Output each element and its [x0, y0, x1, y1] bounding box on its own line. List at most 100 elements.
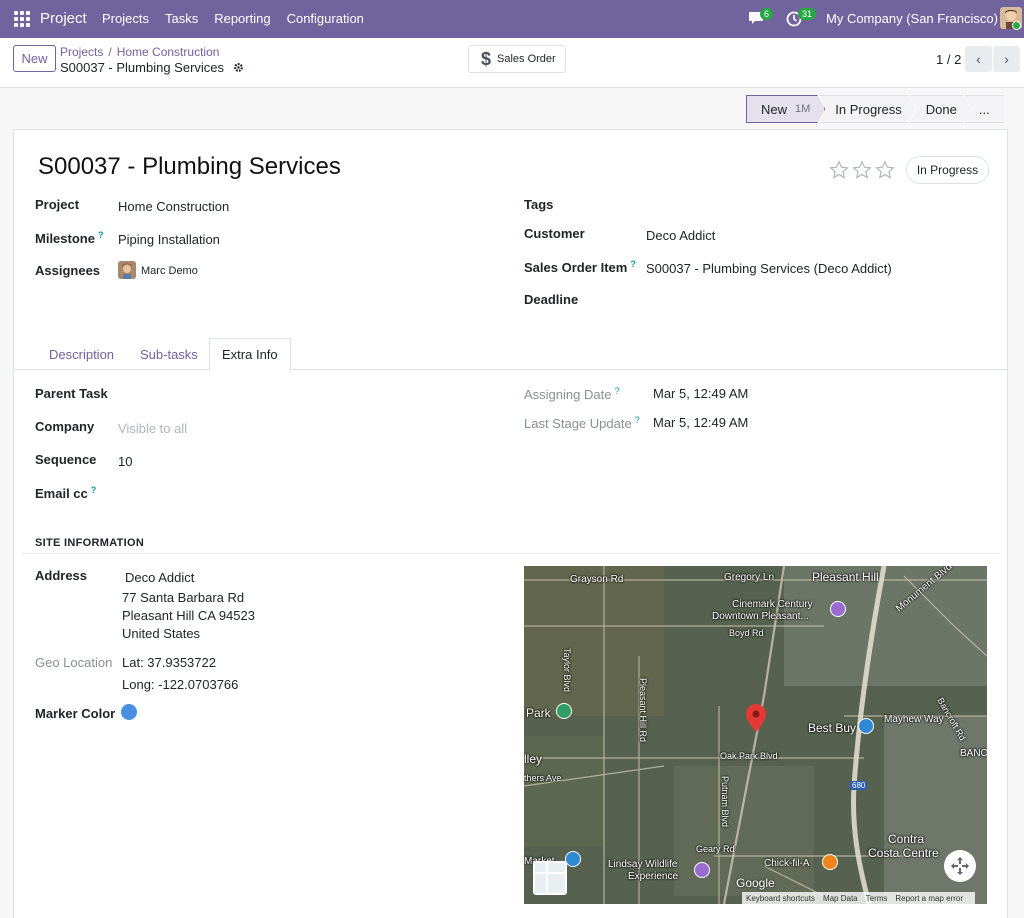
assignee-name[interactable]: Marc Demo: [141, 265, 198, 277]
map-label: Grayson Rd: [570, 574, 624, 585]
stage-statusbar: New 1M In Progress Done ...: [746, 95, 1004, 123]
customer-value[interactable]: Deco Addict: [646, 228, 715, 243]
sales-order-item-label: Sales Order Item?: [524, 259, 636, 275]
assignees-label: Assignees: [35, 263, 101, 278]
address-name[interactable]: Deco Addict: [125, 570, 194, 585]
menu-projects[interactable]: Projects: [102, 11, 149, 26]
pager-next-button[interactable]: ›: [993, 46, 1020, 72]
chevron-right-icon: ›: [1004, 51, 1009, 67]
menu-configuration[interactable]: Configuration: [287, 11, 364, 26]
sequence-value[interactable]: 10: [118, 454, 132, 469]
last-stage-update-label: Last Stage Update?: [524, 415, 640, 431]
restaurant-poi-icon[interactable]: [822, 854, 838, 870]
map-label: Costa Centre: [868, 846, 939, 860]
map-label: Experience: [628, 871, 679, 882]
milestone-label-text: Milestone: [35, 231, 95, 246]
map-label: thers Ave: [524, 773, 562, 783]
stage-done-label: Done: [925, 101, 957, 117]
task-state-button[interactable]: In Progress: [906, 156, 989, 184]
sales-order-smart-button[interactable]: $ Sales Order: [468, 45, 566, 73]
apps-menu-icon[interactable]: [14, 11, 30, 27]
map-label: Park: [526, 706, 551, 720]
help-tooltip-icon[interactable]: ?: [98, 230, 104, 240]
map-label: Contra: [888, 832, 925, 846]
cinema-poi-icon[interactable]: [830, 601, 846, 617]
museum-poi-icon[interactable]: [694, 862, 710, 878]
deadline-label: Deadline: [524, 292, 579, 307]
pager-previous-button[interactable]: ‹: [965, 46, 992, 72]
breadcrumb-home-construction[interactable]: Home Construction: [117, 45, 220, 59]
breadcrumb-separator: /: [108, 45, 112, 59]
help-tooltip-icon[interactable]: ?: [614, 386, 619, 396]
milestone-value[interactable]: Piping Installation: [118, 232, 220, 247]
interstate-shield: 680: [850, 781, 868, 790]
map-data-link[interactable]: Map Data: [823, 894, 858, 903]
map-label: Geary Rd: [696, 844, 735, 854]
map-pan-control[interactable]: [944, 850, 976, 882]
help-tooltip-icon[interactable]: ?: [635, 415, 640, 425]
map-label: Gregory Ln: [724, 572, 775, 583]
marker-color-swatch[interactable]: [121, 704, 137, 720]
section-divider: [22, 553, 1000, 554]
main-menu: Projects Tasks Reporting Configuration: [102, 11, 380, 26]
pager-value[interactable]: 1 / 2: [936, 52, 961, 67]
star-icon[interactable]: [875, 160, 895, 180]
park-poi-icon[interactable]: [556, 703, 572, 719]
menu-tasks[interactable]: Tasks: [165, 11, 198, 26]
map-type-toggle[interactable]: [533, 861, 567, 895]
tab-description[interactable]: Description: [37, 338, 126, 370]
milestone-label: Milestone?: [35, 230, 103, 246]
shop-poi-icon[interactable]: [565, 851, 581, 867]
dollar-icon: $: [481, 48, 492, 69]
assigning-date-label: Assigning Date?: [524, 386, 619, 402]
online-status-dot: [1012, 21, 1021, 30]
current-record-name: S00037 - Plumbing Services: [60, 60, 225, 75]
sales-order-item-value[interactable]: S00037 - Plumbing Services (Deco Addict): [646, 261, 892, 276]
address-street[interactable]: 77 Santa Barbara Rd: [122, 590, 244, 605]
latitude-value: Lat: 37.9353722: [122, 655, 216, 670]
task-name-field[interactable]: S00037 - Plumbing Services: [38, 153, 341, 181]
tab-extra-info[interactable]: Extra Info: [209, 338, 291, 371]
assigning-date-value: Mar 5, 12:49 AM: [653, 386, 749, 401]
menu-reporting[interactable]: Reporting: [214, 11, 270, 26]
project-label: Project: [35, 197, 80, 212]
location-pin-icon[interactable]: [746, 704, 766, 732]
terms-link[interactable]: Terms: [866, 894, 888, 903]
geo-location-label: Geo Location: [35, 655, 113, 670]
assignee-avatar: [118, 261, 136, 279]
marker-color-label: Marker Color: [35, 706, 116, 721]
app-name[interactable]: Project: [40, 10, 87, 27]
store-poi-icon[interactable]: [858, 718, 874, 734]
new-button[interactable]: New: [13, 45, 56, 72]
keyboard-shortcuts-link[interactable]: Keyboard shortcuts: [746, 894, 815, 903]
map-label: BANC: [960, 748, 987, 759]
stage-in-progress-label: In Progress: [835, 101, 902, 117]
top-navbar: Project Projects Tasks Reporting Configu…: [0, 0, 1024, 38]
project-value[interactable]: Home Construction: [118, 199, 229, 214]
report-map-error-link[interactable]: Report a map error: [895, 894, 963, 903]
chat-count-badge: 6: [760, 8, 774, 20]
stage-new[interactable]: New 1M: [746, 95, 825, 123]
company-label: Company: [35, 419, 95, 434]
site-map[interactable]: Pleasant Hill Grayson Rd Gregory Ln Monu…: [524, 566, 987, 904]
gear-icon[interactable]: [233, 62, 244, 73]
tab-sub-tasks[interactable]: Sub-tasks: [128, 338, 210, 370]
star-icon[interactable]: [852, 160, 872, 180]
company-switcher[interactable]: My Company (San Francisco): [826, 11, 998, 26]
map-label: Pleasant Hill Rd: [638, 678, 648, 743]
address-country[interactable]: United States: [122, 626, 200, 641]
address-city[interactable]: Pleasant Hill CA 94523: [122, 608, 255, 623]
company-field[interactable]: Visible to all: [118, 421, 187, 436]
stage-done[interactable]: Done: [910, 95, 971, 123]
map-label: Lindsay Wildlife: [608, 859, 678, 870]
help-tooltip-icon[interactable]: ?: [630, 259, 636, 269]
breadcrumb-projects[interactable]: Projects: [60, 45, 103, 59]
star-icon[interactable]: [829, 160, 849, 180]
stage-in-progress[interactable]: In Progress: [819, 95, 915, 123]
control-panel: New Projects / Home Construction S00037 - …: [0, 38, 1024, 88]
last-stage-update-label-text: Last Stage Update: [524, 416, 632, 431]
help-tooltip-icon[interactable]: ?: [91, 485, 97, 495]
site-information-title: SITE INFORMATION: [35, 537, 145, 549]
map-label: Taylor Blvd: [562, 648, 572, 693]
email-cc-label-text: Email cc: [35, 486, 88, 501]
